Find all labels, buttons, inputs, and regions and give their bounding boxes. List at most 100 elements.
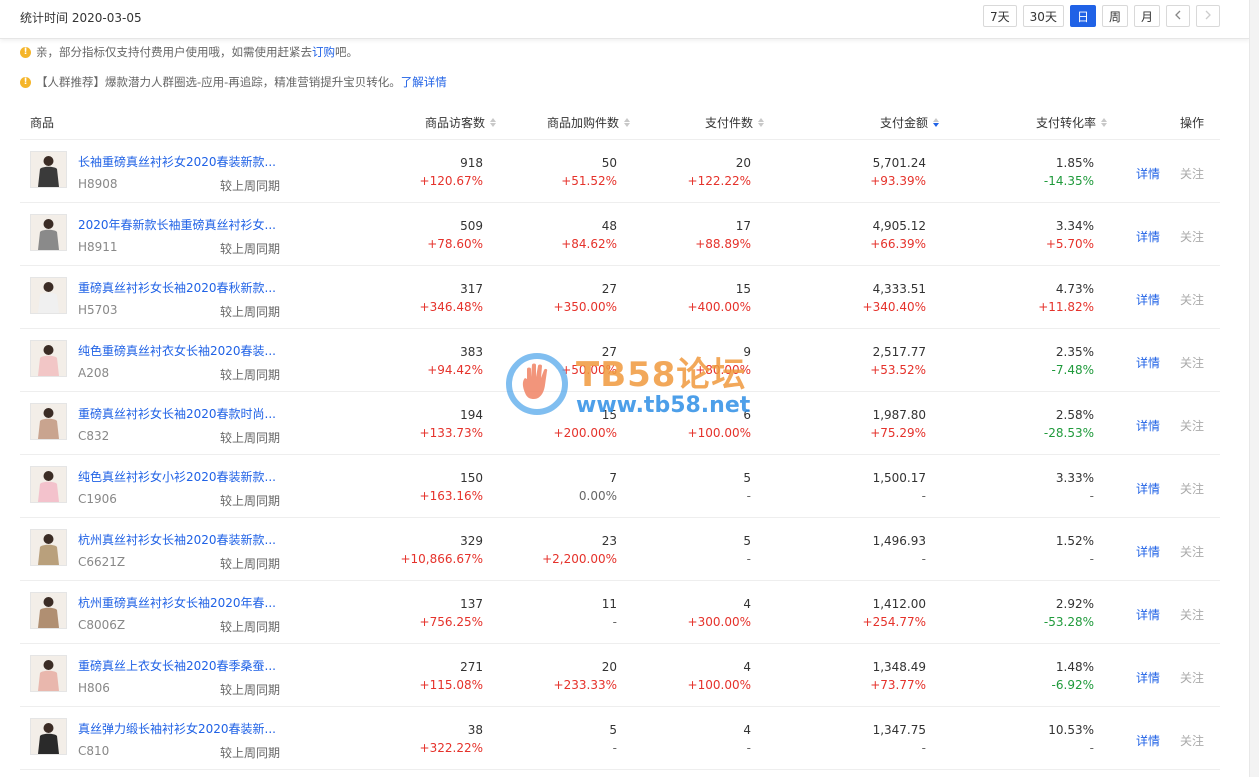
prev-date-button[interactable]	[1166, 5, 1190, 27]
product-thumbnail[interactable]	[30, 718, 67, 755]
notice-paid-suffix: 吧。	[335, 45, 358, 59]
period-7d-button[interactable]: 7天	[983, 5, 1017, 27]
product-thumbnail[interactable]	[30, 214, 67, 251]
detail-link[interactable]: 详情	[1136, 291, 1160, 308]
product-name-link[interactable]: 真丝弹力缎长袖衬衫女2020春装新...	[78, 720, 276, 737]
detail-link[interactable]: 详情	[1136, 669, 1160, 686]
detail-link[interactable]: 详情	[1136, 165, 1160, 182]
subscribe-link[interactable]: 订购	[312, 44, 335, 60]
detail-link[interactable]: 详情	[1136, 417, 1160, 434]
product-thumbnail[interactable]	[30, 403, 67, 440]
product-name-link[interactable]: 杭州重磅真丝衬衫女长袖2020年春...	[78, 594, 276, 611]
table-row: 纯色真丝衬衫女小衫2020春装新款... C1906 较上周同期 150 +163.16…	[20, 455, 1220, 518]
product-thumbnail[interactable]	[30, 151, 67, 188]
pay-qty-value: 20	[735, 156, 751, 170]
conv-change: -	[1089, 741, 1094, 755]
visitors-value: 509	[460, 219, 483, 233]
visitors-value: 150	[460, 471, 483, 485]
pay-qty-value: 17	[735, 219, 751, 233]
product-name-link[interactable]: 长袖重磅真丝衬衫女2020春装新款...	[78, 153, 276, 170]
pay-qty-change: +80.00%	[695, 363, 751, 377]
amount-change: -	[921, 552, 926, 566]
table-row: 杭州真丝衬衫女长袖2020春装新款... C6621Z 较上周同期 329 +10,86…	[20, 518, 1220, 581]
compare-label: 较上周同期	[220, 746, 281, 760]
table-row: 真丝弹力缎长袖衬衫女2020春装新... C810 较上周同期 38 +322.22% 5…	[20, 707, 1220, 770]
period-week-button[interactable]: 周	[1101, 5, 1128, 27]
product-thumbnail[interactable]	[30, 466, 67, 503]
product-thumbnail[interactable]	[30, 655, 67, 692]
sort-desc-icon[interactable]	[933, 118, 939, 127]
follow-link[interactable]: 关注	[1180, 165, 1204, 182]
period-day-button[interactable]: 日	[1069, 5, 1096, 27]
visitors-change: +163.16%	[419, 489, 483, 503]
product-name-link[interactable]: 纯色重磅真丝衬衣女长袖2020春装...	[78, 342, 276, 359]
sort-icon[interactable]	[490, 118, 496, 127]
follow-link[interactable]: 关注	[1180, 291, 1204, 308]
cart-value: 50	[601, 156, 617, 170]
follow-link[interactable]: 关注	[1180, 669, 1204, 686]
detail-link[interactable]: 详情	[1136, 228, 1160, 245]
product-code: C832	[78, 429, 110, 443]
column-amount-label: 支付金额	[879, 116, 928, 130]
column-cart-label: 商品加购件数	[546, 116, 619, 130]
sort-icon[interactable]	[1101, 118, 1107, 127]
product-thumbnail[interactable]	[30, 340, 67, 377]
visitors-change: +322.22%	[419, 741, 483, 755]
follow-link[interactable]: 关注	[1180, 732, 1204, 749]
scrollbar[interactable]	[1249, 0, 1259, 777]
cart-value: 11	[601, 597, 617, 611]
product-thumbnail[interactable]	[30, 592, 67, 629]
product-name-link[interactable]: 杭州真丝衬衫女长袖2020春装新款...	[78, 531, 276, 548]
product-name-link[interactable]: 重磅真丝上衣女长袖2020春季桑蚕...	[78, 657, 276, 674]
detail-link[interactable]: 详情	[1136, 480, 1160, 497]
conv-change: +11.82%	[1038, 300, 1094, 314]
product-name-link[interactable]: 重磅真丝衬衫女长袖2020春秋新款...	[78, 279, 276, 296]
compare-label: 较上周同期	[220, 305, 281, 319]
product-thumbnail[interactable]	[30, 529, 67, 566]
pay-qty-change: +100.00%	[687, 678, 751, 692]
pay-qty-change: -	[746, 741, 751, 755]
detail-link[interactable]: 详情	[1136, 543, 1160, 560]
product-code: C6621Z	[78, 555, 126, 569]
notice-paid: ! 亲，部分指标仅支持付费用户使用哦，如需使用赶紧去 订购 吧。	[20, 44, 358, 60]
conv-value: 2.35%	[1055, 345, 1094, 359]
follow-link[interactable]: 关注	[1180, 606, 1204, 623]
column-pay-qty[interactable]: 支付件数	[705, 114, 764, 131]
visitors-value: 329	[460, 534, 483, 548]
detail-link[interactable]: 详情	[1136, 732, 1160, 749]
learn-more-link[interactable]: 了解详情	[401, 74, 447, 90]
column-pay-qty-label: 支付件数	[704, 116, 753, 130]
table-row: 重磅真丝衬衫女长袖2020春秋新款... H5703 较上周同期 317 +346.48…	[20, 266, 1220, 329]
product-name-link[interactable]: 重磅真丝衬衫女长袖2020春款时尚...	[78, 405, 276, 422]
conv-change: -53.28%	[1043, 615, 1094, 629]
period-month-button[interactable]: 月	[1133, 5, 1160, 27]
column-product-label: 商品	[30, 116, 55, 130]
follow-link[interactable]: 关注	[1180, 228, 1204, 245]
conv-value: 1.48%	[1055, 660, 1094, 674]
table-header: 商品 商品访客数 商品加购件数 支付件数 支付金额 支付转化率 操作	[20, 103, 1220, 140]
detail-link[interactable]: 详情	[1136, 354, 1160, 371]
conv-value: 1.52%	[1055, 534, 1094, 548]
product-name-link[interactable]: 2020年春新款长袖重磅真丝衬衫女...	[78, 216, 276, 233]
amount-value: 1,500.17	[872, 471, 926, 485]
conv-change: -	[1089, 489, 1094, 503]
sort-icon[interactable]	[624, 118, 630, 127]
amount-change: +73.77%	[870, 678, 926, 692]
period-30d-button[interactable]: 30天	[1022, 5, 1064, 27]
cart-value: 23	[601, 534, 617, 548]
sort-icon[interactable]	[758, 118, 764, 127]
follow-link[interactable]: 关注	[1180, 354, 1204, 371]
conv-value: 2.58%	[1055, 408, 1094, 422]
detail-link[interactable]: 详情	[1136, 606, 1160, 623]
product-name-link[interactable]: 纯色真丝衬衫女小衫2020春装新款...	[78, 468, 276, 485]
column-conversion[interactable]: 支付转化率	[1036, 114, 1107, 131]
amount-value: 1,348.49	[872, 660, 926, 674]
follow-link[interactable]: 关注	[1180, 543, 1204, 560]
product-thumbnail[interactable]	[30, 277, 67, 314]
column-cart[interactable]: 商品加购件数	[547, 114, 630, 131]
next-date-button[interactable]	[1196, 5, 1220, 27]
column-visitors[interactable]: 商品访客数	[425, 114, 496, 131]
follow-link[interactable]: 关注	[1180, 417, 1204, 434]
follow-link[interactable]: 关注	[1180, 480, 1204, 497]
column-amount[interactable]: 支付金额	[880, 114, 939, 131]
